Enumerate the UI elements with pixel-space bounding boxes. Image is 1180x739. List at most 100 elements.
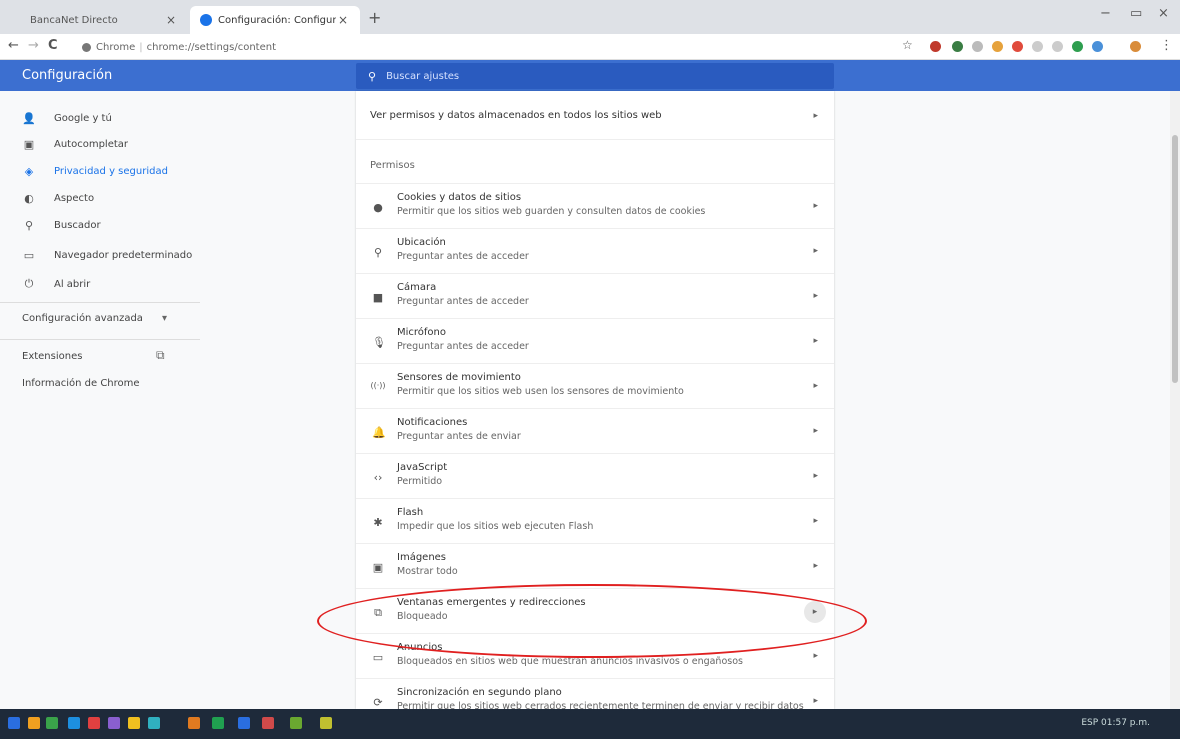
taskbar-app-icon[interactable] [188,717,200,729]
sidebar-item-label: Privacidad y seguridad [54,166,168,177]
taskbar-app-icon[interactable] [212,717,224,729]
popup-icon: ⧉ [374,606,382,619]
forward-button[interactable]: → [28,38,39,53]
extension-icon[interactable] [930,41,941,52]
extension-icon[interactable] [992,41,1003,52]
sidebar-item-label: Google y tú [54,113,112,124]
taskbar-app-icon[interactable] [88,717,100,729]
sidebar-item-default-browser[interactable]: ▭ Navegador predeterminado [22,249,192,262]
taskbar-app-icon[interactable] [68,717,80,729]
restore-button[interactable]: ▭ [1130,6,1142,21]
taskbar-app-icon[interactable] [148,717,160,729]
sidebar-divider [0,302,200,303]
sidebar-advanced[interactable]: Configuración avanzada ▾ [22,313,172,324]
tab-bancanet[interactable]: BancaNet Directo × [20,6,188,34]
settings-header: Configuración ⚲ Buscar ajustes [0,60,1180,91]
about-label: Información de Chrome [22,378,140,389]
row-primary: JavaScript [397,462,448,473]
extension-icon[interactable] [1092,41,1103,52]
section-header: Permisos [356,139,834,183]
setting-row-ads[interactable]: ▭ Anuncios Bloqueados en sitios web que … [356,633,834,678]
close-window-button[interactable]: × [1158,6,1169,21]
extension-icon[interactable] [1032,41,1043,52]
sidebar-extensions[interactable]: Extensiones ⧉ [22,348,172,362]
chrome-menu-icon[interactable]: ⋮ [1160,38,1173,53]
clipboard-icon: ▣ [23,138,35,151]
tab-close-icon[interactable]: × [336,13,350,27]
row-secondary: Preguntar antes de acceder [397,341,529,352]
taskbar-app-icon[interactable] [108,717,120,729]
taskbar-app-icon[interactable] [262,717,274,729]
all-sites-row[interactable]: Ver permisos y datos almacenados en todo… [356,91,834,139]
chrome-site-icon [82,42,91,52]
sidebar-item-autofill[interactable]: ▣ Autocompletar [22,138,128,151]
sidebar-item-label: Aspecto [54,193,95,204]
system-tray-clock[interactable]: ESP 01:57 p.m. [1081,718,1150,728]
new-tab-button[interactable]: + [368,8,381,27]
row-secondary: Preguntar antes de acceder [397,251,529,262]
start-icon[interactable] [8,717,20,729]
person-icon: 👤 [22,112,36,125]
sidebar-about-chrome[interactable]: Información de Chrome [22,378,140,389]
setting-row-background-sync[interactable]: ⟳ Sincronización en segundo plano Permit… [356,678,834,709]
setting-row-images[interactable]: ▣ Imágenes Mostrar todo ▸ [356,543,834,588]
sidebar-item-privacy[interactable]: ◈ Privacidad y seguridad [22,165,168,178]
browser-icon: ▭ [23,249,35,262]
extension-icon[interactable] [1052,41,1063,52]
arrow-right-icon: ▸ [813,471,818,481]
tab-strip: BancaNet Directo × Configuración: Config… [0,0,1180,34]
taskbar-app-icon[interactable] [128,717,140,729]
arrow-right-icon: ▸ [813,201,818,211]
row-secondary: Permitir que los sitios web guarden y co… [397,206,706,217]
omnibox-separator: | [139,41,143,53]
bookmark-star-icon[interactable]: ☆ [902,38,913,52]
taskbar-app-icon[interactable] [320,717,332,729]
tab-settings[interactable]: Configuración: Configuración de × [190,6,360,34]
sidebar-item-on-startup[interactable]: ⏻ Al abrir [22,277,91,291]
setting-row-notifications[interactable]: 🔔 Notificaciones Preguntar antes de envi… [356,408,834,453]
extension-icon[interactable] [1012,41,1023,52]
setting-row-camera[interactable]: ■ Cámara Preguntar antes de acceder ▸ [356,273,834,318]
sidebar-item-appearance[interactable]: ◐ Aspecto [22,192,94,205]
arrow-right-icon: ▸ [813,111,818,121]
setting-row-popups[interactable]: ⧉ Ventanas emergentes y redirecciones Bl… [356,588,834,633]
extension-icon[interactable] [952,41,963,52]
arrow-right-icon: ▸ [813,336,818,346]
camera-icon: ■ [372,291,384,304]
taskbar-app-icon[interactable] [238,717,250,729]
extension-icon[interactable] [972,41,983,52]
taskbar-app-icon[interactable] [46,717,58,729]
profile-avatar[interactable] [1130,41,1141,52]
row-secondary: Permitido [397,476,443,487]
setting-row-motion-sensors[interactable]: ((·)) Sensores de movimiento Permitir qu… [356,363,834,408]
section-label: Permisos [370,160,415,171]
extension-icon[interactable] [1072,41,1083,52]
content-settings-card: Ver permisos y datos almacenados en todo… [356,91,834,709]
row-secondary: Permitir que los sitios web usen los sen… [397,386,684,397]
setting-row-location[interactable]: ⚲ Ubicación Preguntar antes de acceder ▸ [356,228,834,273]
taskbar-app-icon[interactable] [290,717,302,729]
setting-row-cookies[interactable]: ● Cookies y datos de sitios Permitir que… [356,183,834,228]
setting-row-microphone[interactable]: 🎙 Micrófono Preguntar antes de acceder ▸ [356,318,834,363]
settings-gear-icon [200,14,212,26]
sidebar-divider [0,339,200,340]
sidebar-item-search-engine[interactable]: ⚲ Buscador [22,219,101,232]
scrollbar-thumb[interactable] [1172,135,1178,383]
row-primary: Flash [397,507,424,518]
setting-row-javascript[interactable]: ‹› JavaScript Permitido ▸ [356,453,834,498]
row-primary: Sensores de movimiento [397,372,521,383]
row-secondary: Mostrar todo [397,566,458,577]
taskbar-app-icon[interactable] [28,717,40,729]
reload-button[interactable]: C [48,38,58,53]
search-input[interactable]: ⚲ Buscar ajustes [356,63,834,89]
sidebar-item-google[interactable]: 👤 Google y tú [22,112,112,125]
setting-row-flash[interactable]: ✱ Flash Impedir que los sitios web ejecu… [356,498,834,543]
minimize-button[interactable]: − [1100,6,1111,21]
address-bar[interactable]: Chrome | chrome://settings/content [82,37,276,57]
row-secondary: Bloqueado [397,611,448,622]
location-icon: ⚲ [373,246,383,259]
arrow-right-icon: ▸ [813,426,818,436]
back-button[interactable]: ← [8,38,19,53]
tab-close-icon[interactable]: × [164,13,178,27]
row-secondary: Preguntar antes de enviar [397,431,521,442]
